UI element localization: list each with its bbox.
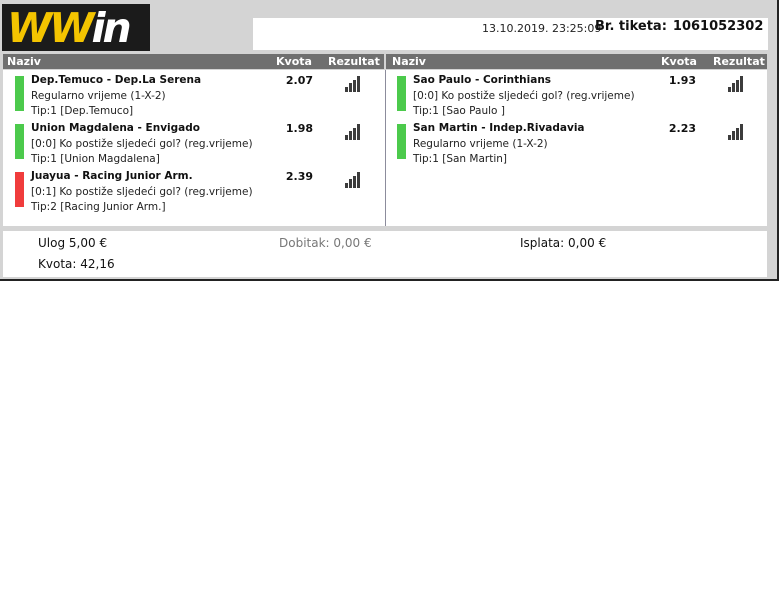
stake: Ulog 5,00 €: [38, 236, 107, 250]
payout: Isplata: 0,00 €: [520, 236, 606, 250]
ticket-info-box: 13.10.2019. 23:25:09 Br. tiketa: 10610523…: [253, 18, 768, 50]
bet-odds: 1.98: [285, 122, 313, 135]
ticket-panel: WWin 13.10.2019. 23:25:09 Br. tiketa: 106…: [0, 0, 779, 281]
ticket-summary: Ulog 5,00 € Dobitak: 0,00 € Isplata: 0,0…: [3, 231, 767, 277]
signal-bars-icon[interactable]: [345, 172, 362, 188]
left-bets-list: Dep.Temuco - Dep.La Serena Regularno vri…: [3, 70, 385, 226]
header-result: Rezultat: [713, 55, 765, 68]
right-column-header: Naziv Kvota Rezultat: [386, 54, 767, 69]
bet-match: Juayua - Racing Junior Arm.: [31, 170, 193, 182]
win-label: Dobitak:: [279, 236, 330, 250]
header-odds: Kvota: [661, 55, 697, 68]
status-bar: [15, 172, 24, 207]
ticket-datetime: 13.10.2019. 23:25:09: [482, 22, 602, 35]
wwin-logo: WWin: [2, 4, 150, 51]
status-bar: [397, 76, 406, 111]
payout-value: 0,00 €: [568, 236, 607, 250]
status-bar: [15, 124, 24, 159]
status-bar: [397, 124, 406, 159]
bet-match: San Martin - Indep.Rivadavia: [413, 122, 585, 134]
win: Dobitak: 0,00 €: [279, 236, 372, 250]
bet-odds: 2.23: [668, 122, 696, 135]
status-bar: [15, 76, 24, 111]
bet-row: Union Magdalena - Envigado [0:0] Ko post…: [15, 120, 383, 166]
signal-bars-icon[interactable]: [345, 76, 362, 92]
bet-row: Juayua - Racing Junior Arm. [0:1] Ko pos…: [15, 168, 383, 214]
bet-market: [0:1] Ko postiže sljedeći gol? (reg.vrij…: [31, 186, 253, 198]
left-column-header: Naziv Kvota Rezultat: [3, 54, 384, 69]
header-name: Naziv: [7, 55, 41, 68]
ticket-number: Br. tiketa: 1061052302: [595, 19, 763, 34]
bet-row: Sao Paulo - Corinthians [0:0] Ko postiže…: [397, 72, 763, 118]
bet-match: Dep.Temuco - Dep.La Serena: [31, 74, 202, 86]
bet-market: [0:0] Ko postiže sljedeći gol? (reg.vrij…: [413, 90, 635, 102]
header-result: Rezultat: [328, 55, 380, 68]
bet-odds: 2.07: [285, 74, 313, 87]
bet-market: Regularno vrijeme (1-X-2): [413, 138, 548, 150]
signal-bars-icon[interactable]: [345, 124, 362, 140]
bet-tip: Tip:1 [Union Magdalena]: [31, 153, 160, 165]
bet-tip: Tip:1 [Sao Paulo ]: [413, 105, 505, 117]
bet-tip: Tip:1 [Dep.Temuco]: [31, 105, 134, 117]
total-odds-value: 42,16: [80, 257, 115, 271]
bet-tip: Tip:1 [San Martin]: [413, 153, 508, 165]
bet-market: Regularno vrijeme (1-X-2): [31, 90, 166, 102]
signal-bars-icon[interactable]: [728, 124, 745, 140]
bet-odds: 1.93: [668, 74, 696, 87]
header-name: Naziv: [392, 55, 426, 68]
logo-text: WWin: [7, 4, 132, 51]
bet-match: Sao Paulo - Corinthians: [413, 74, 552, 86]
right-bets-list: Sao Paulo - Corinthians [0:0] Ko postiže…: [386, 70, 767, 226]
ticket-number-label: Br. tiketa:: [595, 19, 667, 34]
signal-bars-icon[interactable]: [728, 76, 745, 92]
bet-row: San Martin - Indep.Rivadavia Regularno v…: [397, 120, 763, 166]
stake-label: Ulog: [38, 236, 66, 250]
bet-match: Union Magdalena - Envigado: [31, 122, 200, 134]
win-value: 0,00 €: [333, 236, 372, 250]
payout-label: Isplata:: [520, 236, 565, 250]
total-odds-label: Kvota:: [38, 257, 77, 271]
stake-value: 5,00 €: [68, 236, 108, 250]
logo-text-in: in: [91, 4, 131, 51]
total-odds: Kvota: 42,16: [38, 257, 115, 271]
header-odds: Kvota: [276, 55, 312, 68]
logo-text-ww: WW: [7, 4, 94, 51]
bet-row: Dep.Temuco - Dep.La Serena Regularno vri…: [15, 72, 383, 118]
ticket-number-value: 1061052302: [672, 19, 764, 34]
bet-tip: Tip:2 [Racing Junior Arm.]: [31, 201, 166, 213]
bet-market: [0:0] Ko postiže sljedeći gol? (reg.vrij…: [31, 138, 253, 150]
bet-odds: 2.39: [285, 170, 313, 183]
